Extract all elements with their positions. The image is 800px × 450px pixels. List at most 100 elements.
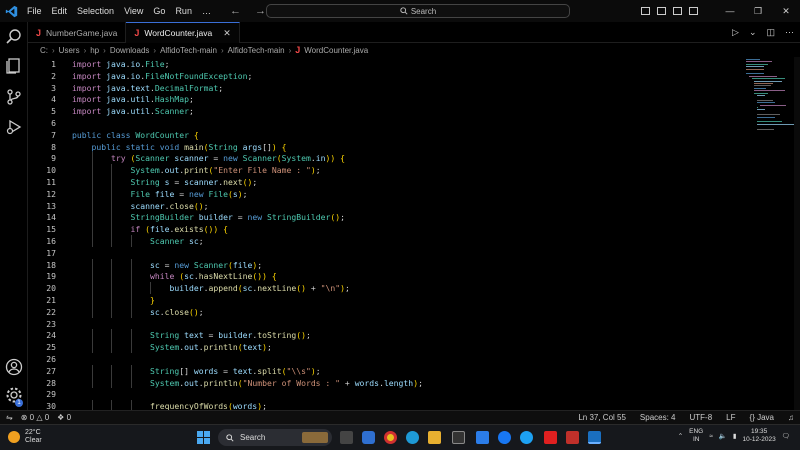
menu-selection[interactable]: Selection [72,0,119,22]
code-line[interactable]: 11 String s = scanner.next(); [28,176,740,188]
menu-run[interactable]: Run [170,0,197,22]
cursor-position[interactable]: Ln 37, Col 55 [578,413,626,422]
code-line[interactable]: 1 import java.io.File; [28,58,740,70]
code-line[interactable]: 2 import java.io.FileNotFoundException; [28,70,740,82]
code-line[interactable]: 22 sc.close(); [28,306,740,318]
menu-more[interactable]: … [197,0,216,22]
tab-wordcounter[interactable]: J WordCounter.java ✕ [126,22,240,43]
chrome-icon[interactable] [384,431,397,444]
customize-layout-icon[interactable] [689,7,698,15]
code-line[interactable]: 15 if (file.exists()) { [28,223,740,235]
antivirus-icon[interactable] [566,431,579,444]
encoding[interactable]: UTF-8 [690,413,713,422]
code-line[interactable]: 16 Scanner sc; [28,235,740,247]
code-line[interactable]: 18 sc = new Scanner(file); [28,259,740,271]
code-line[interactable]: 25 System.out.println(text); [28,341,740,353]
menu-edit[interactable]: Edit [47,0,73,22]
forward-arrow-icon[interactable]: → [255,5,266,17]
breadcrumb-item[interactable]: hp [90,46,99,55]
editor-scrollbar[interactable] [794,57,800,410]
battery-icon[interactable]: ▮ [733,432,737,440]
chat-app-icon[interactable] [362,431,375,444]
code-line[interactable]: 14 StringBuilder builder = new StringBui… [28,211,740,223]
youtube-icon[interactable] [544,431,557,444]
code-line[interactable]: 30 frequencyOfWords(words); [28,400,740,410]
menu-go[interactable]: Go [148,0,170,22]
code-line[interactable]: 10 System.out.print("Enter File Name : "… [28,164,740,176]
notifications-bell-icon[interactable]: ♫ [788,413,794,422]
input-language[interactable]: ENG IN [689,428,703,444]
vscode-taskbar-icon[interactable] [588,431,601,444]
layout-panel-icon[interactable] [657,7,666,15]
language-mode[interactable]: {} Java [750,413,774,422]
clock[interactable]: 19:35 10-12-2023 [742,428,775,444]
explorer-icon[interactable] [5,56,23,74]
split-editor-icon[interactable]: ◫ [766,27,775,38]
taskbar-search[interactable]: Search [218,429,332,446]
code-line[interactable]: 19 while (sc.hasNextLine()) { [28,270,740,282]
weather-widget[interactable]: 22°C Clear [8,429,42,445]
menu-view[interactable]: View [119,0,148,22]
code-line[interactable]: 3 import java.text.DecimalFormat; [28,82,740,94]
tray-overflow-chevron-icon[interactable]: ⌃ [678,432,683,440]
breadcrumb-item[interactable]: AlfidoTech-main [228,46,285,55]
code-line[interactable]: 12 File file = new File(s); [28,188,740,200]
windows-start-icon[interactable] [197,431,210,444]
code-line[interactable]: 8 public static void main(String args[])… [28,141,740,153]
breadcrumb-item[interactable]: WordCounter.java [304,46,368,55]
breadcrumb-item[interactable]: AlfidoTech-main [160,46,217,55]
task-view-icon[interactable] [340,431,353,444]
more-actions-icon[interactable]: ⋯ [785,27,794,38]
back-arrow-icon[interactable]: ← [230,5,241,17]
breadcrumb-item[interactable]: Users [59,46,80,55]
code-line[interactable]: 26 [28,353,740,365]
mail-icon[interactable] [476,431,489,444]
ports-status[interactable]: ❖ 0 [57,413,71,422]
code-line[interactable]: 21 } [28,294,740,306]
volume-icon[interactable]: 🔈 [719,432,727,440]
code-line[interactable]: 6 [28,117,740,129]
code-line[interactable]: 27 String[] words = text.split("\\s"); [28,365,740,377]
breadcrumb-item[interactable]: Downloads [110,46,150,55]
layout-sidebar-left-icon[interactable] [641,7,650,15]
code-line[interactable]: 9 try (Scanner scanner = new Scanner(Sys… [28,152,740,164]
indentation[interactable]: Spaces: 4 [640,413,676,422]
end-of-line[interactable]: LF [726,413,735,422]
command-center-search[interactable]: Search [266,4,570,18]
edge-icon[interactable] [406,431,419,444]
code-line[interactable]: 23 [28,318,740,330]
wifi-icon[interactable]: ≈ [709,433,713,440]
account-icon[interactable] [5,358,23,376]
file-explorer-icon[interactable] [428,431,441,444]
facebook-icon[interactable] [498,431,511,444]
code-line[interactable]: 17 [28,247,740,259]
code-line[interactable]: 28 System.out.println("Number of Words :… [28,377,740,389]
tab-numbergame[interactable]: J NumberGame.java [28,22,127,43]
run-dropdown-icon[interactable]: ⌄ [749,27,757,38]
code-line[interactable]: 5 import java.util.Scanner; [28,105,740,117]
minimap[interactable] [742,57,797,137]
minimize-icon[interactable]: — [716,0,744,22]
menu-file[interactable]: File [22,0,47,22]
code-line[interactable]: 24 String text = builder.toString(); [28,329,740,341]
store-icon[interactable] [452,431,465,444]
breadcrumb-item[interactable]: C: [40,46,48,55]
notification-center-icon[interactable]: 🗨 [782,432,790,440]
source-control-icon[interactable] [5,88,23,106]
problems-status[interactable]: ⊗ 0 △ 0 [21,413,49,422]
restore-icon[interactable]: ❐ [744,0,772,22]
code-editor[interactable]: 1 import java.io.File; 2 import java.io.Fil… [28,57,740,410]
code-line[interactable]: 4 import java.util.HashMap; [28,93,740,105]
code-line[interactable]: 7 public class WordCounter { [28,129,740,141]
run-debug-icon[interactable] [5,118,23,136]
twitter-icon[interactable] [520,431,533,444]
code-line[interactable]: 13 scanner.close(); [28,200,740,212]
explorer-search-icon[interactable] [5,28,23,46]
code-line[interactable]: 29 [28,388,740,400]
run-play-icon[interactable]: ▷ [732,27,739,38]
layout-sidebar-right-icon[interactable] [673,7,682,15]
remote-indicator-icon[interactable]: ⇋ [6,413,13,422]
code-line[interactable]: 20 builder.append(sc.nextLine() + "\n"); [28,282,740,294]
close-window-icon[interactable]: ✕ [772,0,800,22]
close-tab-icon[interactable]: ✕ [223,28,231,39]
